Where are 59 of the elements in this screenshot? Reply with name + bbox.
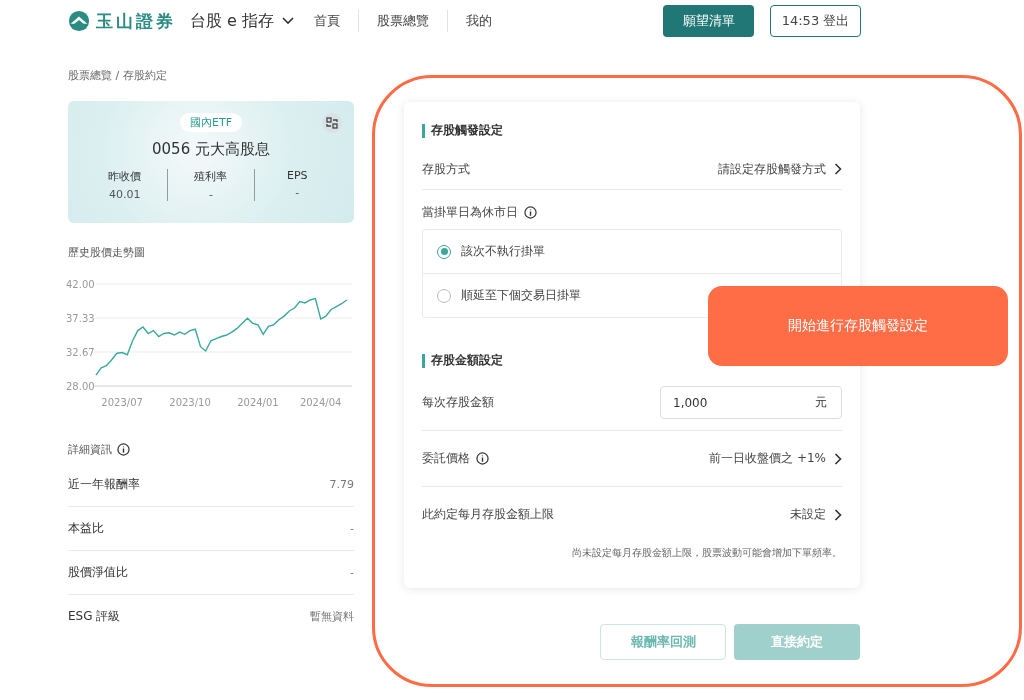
detail-label: 股價淨值比 [68, 564, 128, 581]
logout-button[interactable]: 14:53 登出 [770, 5, 861, 37]
y-axis-label: 37.33 [66, 313, 95, 324]
nav-link[interactable]: 股票總覽 [377, 12, 429, 30]
nav-link[interactable]: 首頁 [314, 12, 340, 30]
stat-value: 40.01 [108, 188, 141, 201]
amount-field[interactable]: 1,000 元 [660, 386, 842, 419]
limit-link[interactable]: 未設定 [790, 506, 842, 523]
price-link[interactable]: 前一日收盤價之 +1% [709, 450, 842, 467]
details-title: 詳細資訊 [68, 442, 112, 457]
field-label: 此約定每月存股金額上限 [422, 506, 554, 523]
swap-icon[interactable] [322, 113, 342, 133]
x-axis-label: 2024/04 [299, 397, 342, 408]
limit-note: 尚未設定每月存股金額上限，股票波動可能會增加下單頻率。 [571, 546, 842, 560]
field-label: 委託價格 [422, 450, 470, 467]
info-icon[interactable] [476, 452, 489, 465]
detail-value: - [350, 522, 354, 535]
chevron-right-icon [834, 163, 842, 175]
logo-icon [68, 10, 90, 32]
chevron-down-icon [282, 17, 294, 25]
nav-link[interactable]: 我的 [466, 12, 492, 30]
field-label: 每次存股金額 [422, 394, 494, 411]
detail-value: - [350, 566, 354, 579]
detail-value: 7.79 [329, 478, 354, 491]
y-axis-label: 32.67 [66, 347, 95, 358]
stat-value: - [209, 188, 213, 201]
radio-option[interactable]: 該次不執行掛單 [423, 230, 841, 273]
field-label: 當掛單日為休市日 [422, 204, 518, 221]
detail-value: 暫無資料 [310, 609, 354, 624]
section-title: 存股金額設定 [431, 352, 503, 369]
detail-label: 本益比 [68, 520, 104, 537]
stat-value: - [295, 186, 300, 199]
info-icon[interactable] [117, 443, 130, 456]
category-tag: 國內ETF [180, 113, 242, 132]
x-axis-label: 2023/07 [101, 397, 143, 408]
unit-label: 元 [815, 394, 827, 411]
stat-label: 殖利率 [194, 169, 228, 184]
stock-name: 0056 元大高股息 [152, 140, 270, 159]
y-axis-label: 28.00 [66, 381, 95, 392]
y-axis-label: 42.00 [66, 279, 95, 290]
stat-label: 昨收價 [108, 169, 142, 184]
detail-label: ESG 評級 [68, 608, 121, 625]
product-dropdown[interactable]: 台股 e 指存 [190, 10, 294, 32]
x-axis-label: 2023/10 [169, 397, 211, 408]
x-axis-label: 2024/01 [237, 397, 279, 408]
chevron-right-icon [834, 452, 842, 465]
chevron-right-icon [834, 508, 842, 521]
chart-title: 歷史股價走勢圖 [68, 245, 146, 260]
amount-input[interactable]: 1,000 [673, 395, 815, 410]
wishlist-button[interactable]: 願望清單 [663, 5, 754, 37]
guide-tooltip: 開始進行存股觸發設定 [708, 286, 1008, 366]
stat-label: EPS [287, 169, 308, 182]
brand-name: 玉山證券 [96, 9, 176, 33]
detail-label: 近一年報酬率 [68, 476, 140, 493]
section-title: 存股觸發設定 [431, 122, 503, 139]
method-link[interactable]: 請設定存股觸發方式 [718, 160, 842, 178]
breadcrumb: 股票總覽 / 存股約定 [68, 68, 168, 83]
info-icon[interactable] [524, 206, 537, 219]
field-label: 存股方式 [422, 160, 470, 178]
